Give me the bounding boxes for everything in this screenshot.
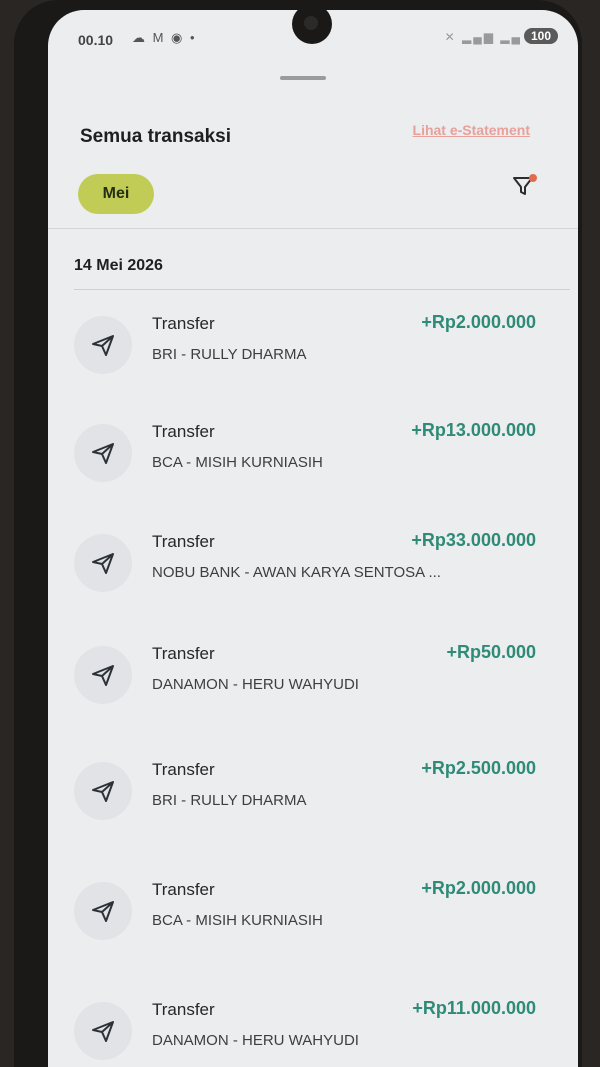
month-filter-chip[interactable]: Mei — [78, 174, 154, 214]
send-icon — [74, 534, 132, 592]
transaction-amount: +Rp2.000.000 — [421, 312, 536, 332]
transaction-type: Transfer — [152, 1000, 215, 1019]
transaction-row[interactable]: Transfer BCA - MISIH KURNIASIH +Rp13.000.0… — [48, 414, 578, 504]
app-screen: 00.10 ☁ M ◉ • ✕ ▂▄▆ ▂▄ 100 Semua transak… — [48, 10, 578, 1067]
send-icon — [74, 316, 132, 374]
header-divider — [48, 228, 578, 229]
transaction-type: Transfer — [152, 880, 215, 899]
filter-icon[interactable] — [510, 172, 538, 200]
sheet-drag-handle[interactable] — [280, 76, 326, 80]
transaction-amount: +Rp50.000 — [446, 642, 536, 662]
transaction-type: Transfer — [152, 422, 215, 441]
transaction-amount: +Rp2.000.000 — [421, 878, 536, 898]
transaction-counterparty: BRI - RULLY DHARMA — [152, 346, 307, 363]
transaction-amount: +Rp2.500.000 — [421, 758, 536, 778]
transaction-counterparty: BCA - MISIH KURNIASIH — [152, 454, 323, 471]
transaction-counterparty: NOBU BANK - AWAN KARYA SENTOSA ... — [152, 564, 441, 581]
date-divider — [74, 289, 570, 290]
send-icon — [74, 424, 132, 482]
send-icon — [74, 646, 132, 704]
estatement-link[interactable]: Lihat e-Statement — [413, 122, 530, 138]
send-icon — [74, 1002, 132, 1060]
transaction-type: Transfer — [152, 314, 215, 333]
phone-frame: 00.10 ☁ M ◉ • ✕ ▂▄▆ ▂▄ 100 Semua transak… — [14, 0, 582, 1067]
transaction-counterparty: BRI - RULLY DHARMA — [152, 792, 307, 809]
status-bar: 00.10 ☁ M ◉ • ✕ ▂▄▆ ▂▄ 100 — [48, 26, 578, 54]
signal-icons: ✕ ▂▄▆ ▂▄ — [444, 30, 522, 44]
page-title: Semua transaksi — [80, 126, 232, 147]
transaction-type: Transfer — [152, 644, 215, 663]
status-time: 00.10 — [78, 32, 114, 48]
transaction-type: Transfer — [152, 760, 215, 779]
transaction-counterparty: DANAMON - HERU WAHYUDI — [152, 676, 359, 693]
transaction-row[interactable]: Transfer BCA - MISIH KURNIASIH +Rp2.000.00… — [48, 872, 578, 962]
send-icon — [74, 762, 132, 820]
date-group-heading: 14 Mei 2026 — [74, 257, 163, 274]
transaction-amount: +Rp13.000.000 — [411, 420, 536, 440]
transaction-row[interactable]: Transfer DANAMON - HERU WAHYUDI +Rp50.000 — [48, 636, 578, 726]
transaction-row[interactable]: Transfer BRI - RULLY DHARMA +Rp2.000.000 — [48, 306, 578, 396]
send-icon — [74, 882, 132, 940]
transaction-counterparty: DANAMON - HERU WAHYUDI — [152, 1032, 359, 1049]
transaction-amount: +Rp33.000.000 — [411, 530, 536, 550]
transaction-row[interactable]: Transfer BRI - RULLY DHARMA +Rp2.500.000 — [48, 752, 578, 842]
notification-icons: ☁ M ◉ • — [132, 30, 197, 45]
transaction-counterparty: BCA - MISIH KURNIASIH — [152, 912, 323, 929]
transaction-row[interactable]: Transfer DANAMON - HERU WAHYUDI +Rp11.000.… — [48, 992, 578, 1067]
transaction-row[interactable]: Transfer NOBU BANK - AWAN KARYA SENTOSA .… — [48, 524, 578, 614]
transaction-type: Transfer — [152, 532, 215, 551]
transaction-amount: +Rp11.000.000 — [412, 998, 536, 1018]
battery-indicator: 100 — [523, 28, 558, 44]
